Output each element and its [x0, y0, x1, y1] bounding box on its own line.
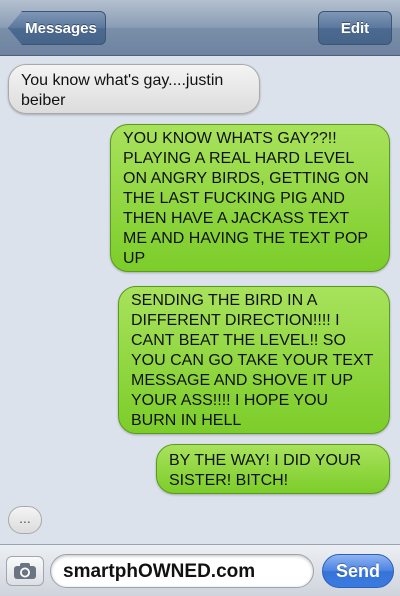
- message-input[interactable]: smartphOWNED.com: [50, 554, 314, 588]
- message-sent: YOU KNOW WHATS GAY??!! PLAYING A REAL HA…: [110, 124, 390, 272]
- message-sent: SENDING THE BIRD IN A DIFFERENT DIRECTIO…: [118, 286, 390, 434]
- send-button[interactable]: Send: [322, 554, 394, 588]
- camera-icon: [14, 563, 36, 579]
- camera-button[interactable]: [6, 556, 44, 586]
- back-to-messages-button[interactable]: Messages: [8, 11, 106, 45]
- typing-indicator: ...: [8, 506, 42, 534]
- composer-bar: smartphOWNED.com Send: [0, 544, 400, 596]
- edit-button[interactable]: Edit: [318, 11, 392, 45]
- message-sent: BY THE WAY! I DID YOUR SISTER! BITCH!: [156, 444, 390, 494]
- navigation-bar: Messages Edit: [0, 0, 400, 56]
- message-received: You know what's gay....justin beiber: [8, 64, 260, 114]
